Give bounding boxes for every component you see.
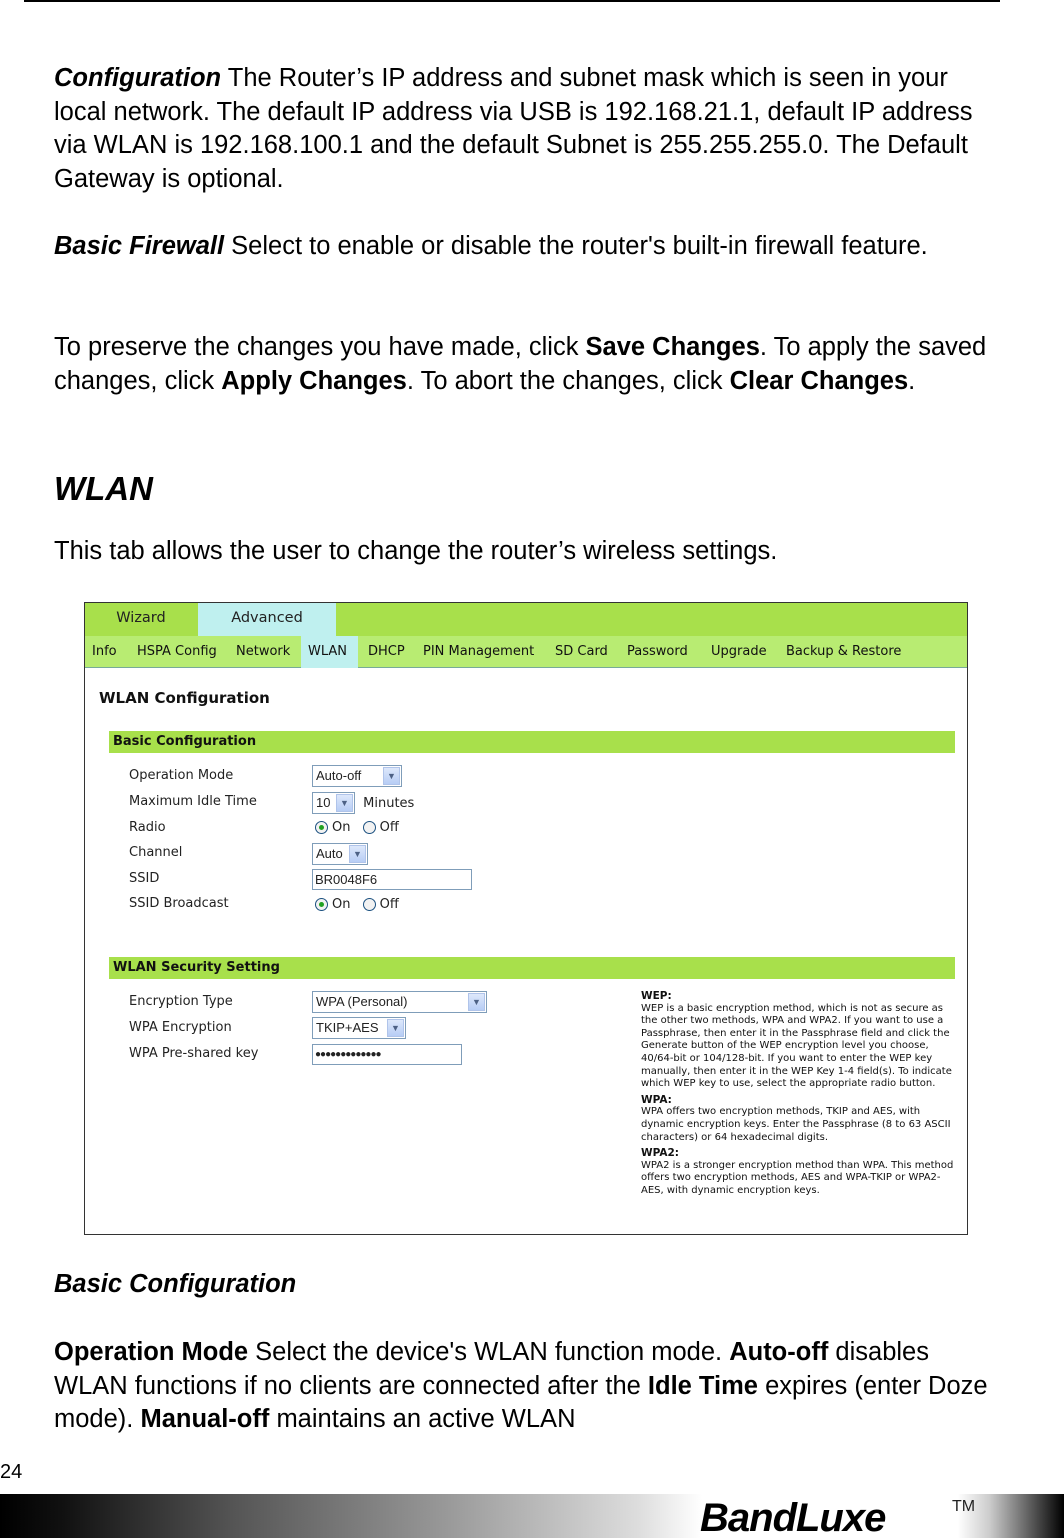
firewall-paragraph: Basic Firewall Select to enable or disab… — [54, 232, 928, 260]
tab-wizard[interactable]: Wizard — [85, 603, 197, 636]
chevron-down-icon: ▼ — [349, 845, 366, 863]
wlan-intro: This tab allows the user to change the r… — [54, 537, 778, 565]
chevron-down-icon: ▼ — [383, 767, 400, 785]
basic-configuration-heading: Basic Configuration — [54, 1270, 297, 1298]
radio-label: Radio — [129, 820, 166, 835]
subtab-network[interactable]: Network — [229, 636, 297, 668]
save-changes-paragraph: To preserve the changes you have made, c… — [54, 333, 987, 395]
operation-mode-select[interactable]: Auto-off ▼ — [312, 765, 402, 787]
footer-gradient-bar — [0, 1494, 1064, 1538]
wlan-configuration-title: WLAN Configuration — [99, 689, 270, 707]
subtab-hspa-config[interactable]: HSPA Config — [130, 636, 224, 668]
wpa-encryption-select[interactable]: TKIP+AES ▼ — [312, 1017, 406, 1039]
top-tab-bar: Wizard Advanced — [85, 603, 967, 636]
help-wpa-title: WPA: — [641, 1093, 672, 1106]
subtab-password[interactable]: Password — [620, 636, 695, 668]
chevron-down-icon: ▼ — [387, 1019, 404, 1037]
basic-configuration-bar: Basic Configuration — [109, 731, 955, 753]
help-wpa2-title: WPA2: — [641, 1147, 679, 1160]
subtab-dhcp[interactable]: DHCP — [361, 636, 412, 668]
page-number: 24 — [0, 1461, 23, 1483]
chevron-down-icon: ▼ — [468, 993, 485, 1011]
subtab-sd-card[interactable]: SD Card — [548, 636, 615, 668]
ssid-broadcast-off-button[interactable] — [362, 898, 376, 911]
help-wep-title: WEP: — [641, 990, 672, 1002]
encryption-type-label: Encryption Type — [129, 994, 233, 1009]
help-wpa-text: WPA offers two encryption methods, TKIP … — [641, 1106, 951, 1143]
term-configuration: Configuration — [54, 64, 222, 92]
subtab-upgrade[interactable]: Upgrade — [704, 636, 774, 668]
operation-mode-paragraph: Operation Mode Select the device's WLAN … — [54, 1338, 988, 1433]
trademark-symbol: TM — [952, 1498, 976, 1515]
channel-label: Channel — [129, 845, 183, 860]
ssid-label: SSID — [129, 871, 160, 886]
radio-on-button[interactable] — [315, 821, 328, 834]
configuration-paragraph: Configuration The Router’s IP address an… — [54, 64, 973, 193]
wpa-encryption-label: WPA Encryption — [129, 1020, 232, 1035]
sub-tab-bar: Info HSPA Config Network WLAN DHCP PIN M… — [85, 636, 967, 668]
radio-off-button[interactable] — [362, 821, 376, 834]
apply-changes-term: Apply Changes — [221, 366, 407, 395]
psk-label: WPA Pre-shared key — [129, 1046, 259, 1061]
help-wep-text: WEP is a basic encryption method, which … — [641, 1002, 952, 1090]
ssid-input[interactable]: BR0048F6 — [312, 869, 472, 890]
bandluxe-logo: BandLuxe — [700, 1496, 886, 1538]
subtab-pin-management[interactable]: PIN Management — [416, 636, 541, 668]
tab-advanced[interactable]: Advanced — [198, 603, 336, 636]
wlan-security-setting-bar: WLAN Security Setting — [109, 957, 955, 979]
idle-time-label: Maximum Idle Time — [129, 794, 257, 809]
subtab-backup-restore[interactable]: Backup & Restore — [779, 636, 908, 668]
operation-mode-label: Operation Mode — [129, 768, 234, 783]
encryption-help-panel: WEP: WEP is a basic encryption method, w… — [641, 987, 961, 1200]
idle-time-unit: Minutes — [363, 795, 415, 811]
channel-select[interactable]: Auto ▼ — [312, 843, 368, 865]
ssid-broadcast-label: SSID Broadcast — [129, 896, 229, 911]
subtab-info[interactable]: Info — [85, 636, 124, 668]
subtab-wlan[interactable]: WLAN — [301, 636, 358, 668]
wlan-screenshot: Wizard Advanced Info HSPA Config Network… — [84, 602, 968, 1235]
clear-changes-term: Clear Changes — [729, 366, 909, 395]
idle-time-select[interactable]: 10 ▼ — [312, 792, 355, 814]
ssid-broadcast-on-button[interactable] — [315, 898, 328, 911]
term-basic-firewall: Basic Firewall — [54, 232, 225, 260]
chevron-down-icon: ▼ — [336, 794, 353, 812]
header-rule — [24, 0, 1000, 2]
help-wpa2-text: WPA2 is a stronger encryption method tha… — [641, 1159, 954, 1196]
encryption-type-select[interactable]: WPA (Personal) ▼ — [312, 991, 487, 1013]
wlan-heading: WLAN — [54, 470, 153, 507]
psk-input[interactable]: ●●●●●●●●●●●●● — [312, 1044, 462, 1065]
save-changes-term: Save Changes — [585, 333, 760, 361]
